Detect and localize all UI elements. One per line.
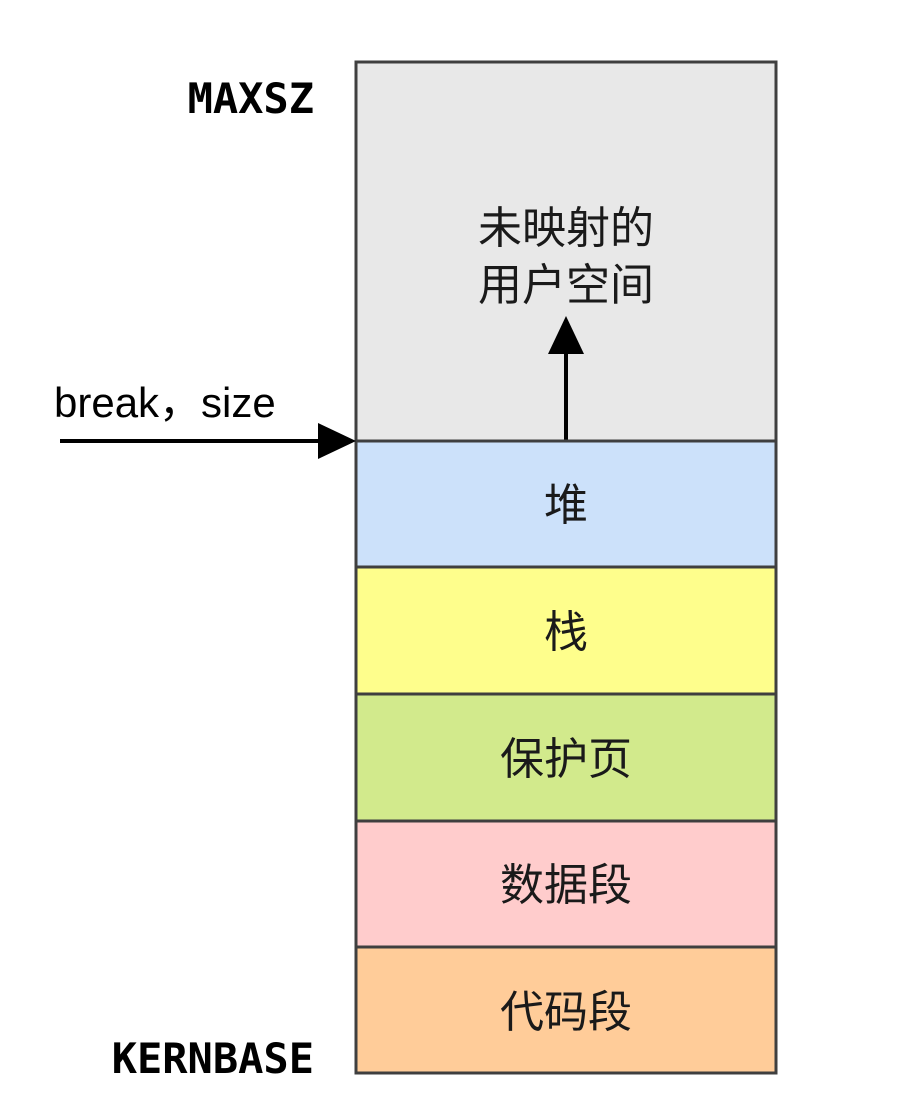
unmapped-label-line2: 用户空间 — [478, 260, 654, 311]
segment-heap: 堆 — [354, 439, 778, 569]
segment-data-label: 数据段 — [500, 860, 632, 911]
segment-data: 数据段 — [354, 819, 778, 949]
segment-code: 代码段 — [354, 945, 778, 1075]
maxsz-label: MAXSZ — [188, 74, 314, 123]
break-size-label: break，size — [54, 379, 276, 426]
segment-heap-label: 堆 — [544, 480, 588, 531]
memory-layout-diagram: 未映射的 用户空间 堆 栈 保护页 数据段 代码段 MAXSZ KERNBASE… — [54, 60, 778, 1083]
segment-stack: 栈 — [354, 565, 778, 696]
unmapped-label-line1: 未映射的 — [478, 203, 654, 254]
kernbase-label: KERNBASE — [112, 1034, 314, 1083]
segment-guard-page: 保护页 — [354, 692, 778, 823]
segment-stack-label: 栈 — [544, 607, 588, 658]
segment-code-label: 代码段 — [500, 987, 632, 1038]
segment-guard-page-label: 保护页 — [500, 734, 632, 785]
break-pointer-arrow-head — [318, 423, 356, 459]
